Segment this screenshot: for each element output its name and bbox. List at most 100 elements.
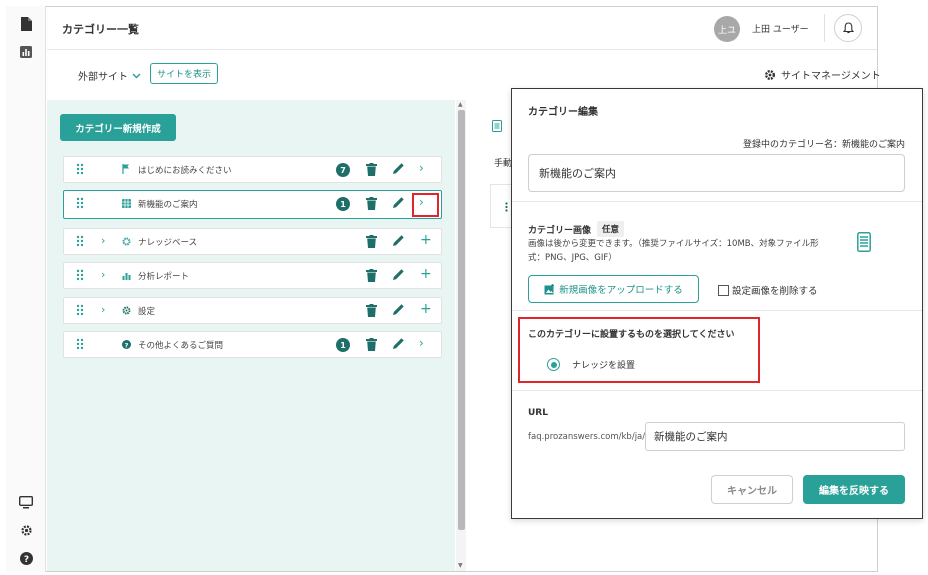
chevron-down-icon [132, 73, 141, 78]
gear-small-icon [122, 236, 132, 246]
trash-icon[interactable] [366, 235, 378, 249]
highlight-annotation [412, 193, 439, 217]
pencil-edit-icon[interactable] [392, 337, 406, 351]
category-row[interactable]: ? その他よくあるご質問 1 › [63, 331, 442, 358]
category-label: 分析レポート [138, 272, 190, 282]
pencil-edit-icon[interactable] [392, 162, 406, 176]
grid-icon [122, 198, 132, 208]
category-row[interactable]: › 分析レポート + [63, 262, 442, 289]
category-row[interactable]: › ナレッジベース + [63, 228, 442, 255]
category-name-input[interactable]: 新機能のご案内 [528, 154, 905, 192]
delete-image-option[interactable]: 設定画像を削除する [718, 283, 818, 297]
flag-icon [122, 164, 132, 174]
drag-handle-icon[interactable] [76, 163, 84, 175]
article-count-badge: 1 [336, 197, 350, 211]
analytics-icon[interactable] [18, 44, 34, 60]
settings-gear-icon[interactable] [18, 522, 34, 538]
drag-handle-icon[interactable] [76, 304, 84, 316]
chart-icon [122, 270, 132, 280]
notification-bell-icon[interactable] [834, 14, 862, 42]
expand-chevron-icon[interactable]: › [101, 268, 105, 281]
category-image-label: カテゴリー画像 任意 [528, 221, 625, 237]
gear-icon [765, 69, 775, 80]
show-site-button[interactable]: サイトを表示 [150, 63, 219, 84]
drag-handle-icon [505, 202, 510, 212]
page-title: カテゴリー一覧 [62, 23, 139, 36]
pencil-edit-icon[interactable] [392, 268, 406, 282]
trash-icon[interactable] [366, 197, 378, 211]
drag-handle-icon[interactable] [76, 338, 84, 350]
image-note: 画像は後から変更できます。（推奨ファイルサイズ：10MB、対象ファイル形式：PN… [528, 239, 819, 263]
cancel-button[interactable]: キャンセル [711, 475, 793, 504]
help-icon[interactable]: ? [18, 550, 34, 566]
category-edit-modal [511, 88, 923, 519]
scroll-up-arrow-icon[interactable]: ▲ [458, 101, 463, 108]
site-management-link[interactable]: サイトマネージメント [764, 67, 881, 82]
document-icon[interactable] [18, 16, 34, 32]
url-prefix: faq.prozanswers.com/kb/ja/ [528, 432, 646, 442]
upload-image-label: 新規画像をアップロードする [559, 285, 683, 296]
drag-handle-icon[interactable] [76, 235, 84, 247]
pencil-edit-icon[interactable] [392, 196, 406, 210]
delete-image-label: 設定画像を削除する [732, 286, 818, 297]
under-panel-text: 手動 [494, 159, 513, 169]
category-label: 設定 [138, 307, 156, 317]
scroll-down-arrow-icon[interactable]: ▼ [458, 562, 463, 569]
plus-add-icon[interactable]: + [420, 232, 432, 248]
modal-divider [512, 390, 922, 391]
upload-image-button[interactable]: 新規画像をアップロードする [528, 275, 699, 303]
image-upload-icon [544, 283, 555, 294]
trash-icon[interactable] [366, 304, 378, 318]
trash-icon[interactable] [366, 338, 378, 352]
optional-tag: 任意 [597, 221, 625, 237]
highlight-annotation [518, 317, 760, 383]
url-label: URL [528, 408, 548, 418]
pencil-edit-icon[interactable] [392, 234, 406, 248]
question-icon: ? [122, 339, 132, 349]
article-count-badge: 1 [336, 338, 350, 352]
pencil-edit-icon[interactable] [392, 303, 406, 317]
current-category-name: 登録中のカテゴリー名：新機能のご案内 [742, 140, 905, 150]
new-category-button[interactable]: カテゴリー新規作成 [60, 114, 176, 141]
plus-add-icon[interactable]: + [420, 301, 432, 317]
user-name[interactable]: 上田 ユーザー [752, 22, 809, 35]
modal-title: カテゴリー編集 [528, 107, 598, 118]
url-slug-input[interactable]: 新機能のご案内 [645, 422, 905, 451]
category-row[interactable]: はじめにお読みください 7 › [63, 156, 442, 183]
header-divider [47, 49, 877, 50]
delete-image-checkbox[interactable] [718, 284, 729, 296]
category-label: はじめにお読みください [138, 166, 232, 176]
plus-add-icon[interactable]: + [420, 266, 432, 282]
drag-handle-icon[interactable] [76, 197, 84, 209]
avatar[interactable]: 上ユ [714, 16, 740, 42]
category-row[interactable]: › 設定 + [63, 297, 442, 324]
site-select-label: 外部サイト [78, 72, 128, 83]
document-small-icon [492, 120, 502, 132]
modal-divider [512, 310, 922, 311]
site-select[interactable]: 外部サイト [78, 68, 141, 83]
trash-icon[interactable] [366, 163, 378, 177]
expand-chevron-icon[interactable]: › [101, 234, 105, 247]
chevron-right-icon[interactable]: › [419, 161, 424, 175]
svg-text:?: ? [23, 555, 28, 565]
category-label: 新機能のご案内 [138, 200, 198, 210]
category-label: その他よくあるご質問 [138, 341, 224, 351]
header-separator [824, 14, 825, 42]
modal-divider [512, 201, 922, 202]
icon-rail: ? [6, 6, 46, 572]
scrollbar-thumb[interactable] [458, 110, 465, 530]
svg-text:?: ? [125, 341, 129, 349]
cog-icon [122, 305, 132, 315]
chevron-right-icon[interactable]: › [419, 336, 424, 350]
expand-chevron-icon[interactable]: › [101, 303, 105, 316]
trash-icon[interactable] [366, 269, 378, 283]
document-image-icon [857, 232, 871, 252]
apply-edit-button[interactable]: 編集を反映する [803, 475, 905, 504]
category-label: ナレッジベース [138, 238, 198, 248]
site-management-label: サイトマネージメント [781, 71, 881, 82]
article-count-badge: 7 [336, 163, 350, 177]
drag-handle-icon[interactable] [76, 269, 84, 281]
category-row[interactable]: 新機能のご案内 1 › [63, 190, 442, 219]
category-image-label-text: カテゴリー画像 [528, 225, 592, 236]
monitor-icon[interactable] [18, 494, 34, 510]
